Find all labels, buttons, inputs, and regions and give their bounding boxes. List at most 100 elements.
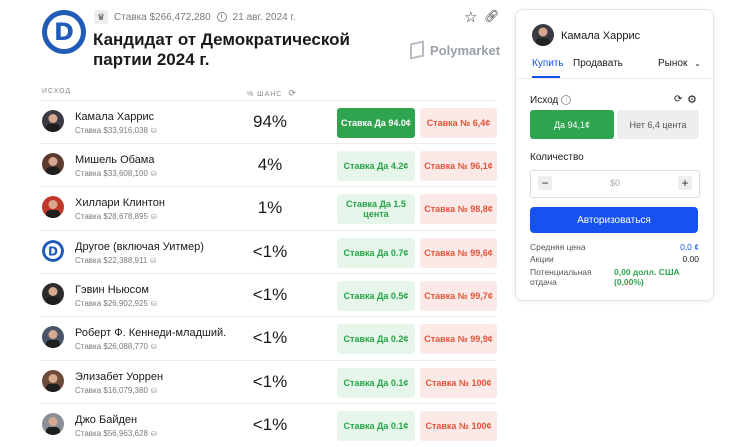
outcome-volume-text: Ставка $33,608,100 (75, 169, 148, 178)
table-row[interactable]: Гэвин Ньюсом Ставка $26,902,925 ⛁ <1% Ставка… (40, 273, 497, 317)
buy-no-button[interactable]: Ставка № 100¢ (420, 368, 497, 398)
refresh-icon[interactable]: ⟳ (288, 88, 297, 98)
selected-outcome-name: Камала Харрис (561, 30, 641, 42)
coins-icon: ⛁ (150, 388, 157, 395)
table-row[interactable]: Мишель Обама Ставка $33,608,100 ⛁ 4% Ставка … (40, 143, 497, 187)
outcome-name: Другое (включая Уитмер) (75, 241, 204, 253)
quantity-stepper[interactable]: − $0 + (530, 170, 700, 198)
chance-header-label: % ШАНС (247, 91, 283, 98)
outcome-name: Мишель Обама (75, 154, 155, 166)
avg-price-value: 0,0 ¢ (680, 242, 699, 252)
market-meta: ♛ Ставка $266,472,280 21 авг. 2024 г. (94, 10, 296, 24)
outcome-name: Элизабет Уоррен (75, 371, 164, 383)
quantity-input[interactable]: $0 (531, 178, 699, 188)
market-dropdown[interactable]: Рынок ⌄ (658, 58, 701, 69)
coins-icon: ⛁ (150, 344, 157, 351)
payout-value-line2: (0,00%) (614, 277, 644, 287)
gear-icon[interactable]: ⚙ (687, 93, 697, 106)
chance-value: 1% (257, 198, 283, 217)
info-icon[interactable]: i (561, 95, 572, 106)
buy-no-button[interactable]: Ставка № 98,8¢ (420, 194, 497, 224)
market-label: Рынок (658, 58, 688, 69)
outcome-label: Исход i (530, 95, 572, 106)
chance-value: <1% (252, 372, 288, 391)
buy-yes-button[interactable]: Ставка Да 0.1¢ (337, 368, 415, 398)
outcome-volume-text: Ставка $16,079,380 (75, 386, 148, 395)
chance-value: <1% (252, 415, 288, 434)
buy-no-button[interactable]: Ставка № 100¢ (420, 411, 497, 441)
chevron-down-icon: ⌄ (694, 59, 701, 68)
table-row[interactable]: Камала Харрис Ставка $33,916,038 ⛁ 94% Ставк… (40, 100, 497, 144)
buy-no-button[interactable]: Ставка № 99,9¢ (420, 324, 497, 354)
buy-yes-button[interactable]: Ставка Да 0.5¢ (337, 281, 415, 311)
avatar (42, 370, 64, 392)
column-header-outcome: ИСХОД (42, 88, 72, 95)
avatar (42, 153, 64, 175)
buy-no-button[interactable]: Ставка № 96,1¢ (420, 151, 497, 181)
login-button[interactable]: Авторизоваться (530, 207, 698, 233)
outcome-volume: Ставка $16,079,380 ⛁ (75, 386, 157, 395)
trade-panel: Камала Харрис Купить Продавать Рынок ⌄ И… (515, 9, 714, 301)
coins-icon: ⛁ (150, 171, 157, 178)
payout-label: Потенциальная отдача (530, 267, 592, 287)
tab-sell[interactable]: Продавать (573, 58, 623, 69)
outcome-name: Роберт Ф. Кеннеди-младший. (75, 327, 227, 339)
trophy-icon: ♛ (94, 10, 108, 24)
buy-yes-button[interactable]: Ставка Да 0.1¢ (337, 411, 415, 441)
outcome-volume-text: Ставка $26,902,925 (75, 299, 148, 308)
buy-yes-button[interactable]: Ставка Да 94.0¢ (337, 108, 415, 138)
chance-value: <1% (252, 285, 288, 304)
plus-icon[interactable]: + (678, 176, 692, 190)
clock-icon (216, 12, 227, 22)
payout-value-line1: 0,00 долл. США (614, 267, 680, 277)
buy-no-button[interactable]: Ставка № 99,7¢ (420, 281, 497, 311)
payout-value: 0,00 долл. США (0,00%) (614, 267, 680, 287)
outcome-name: Камала Харрис (75, 111, 155, 123)
no-outcome-button[interactable]: Нет 6,4 цента (617, 110, 699, 139)
buy-no-button[interactable]: Ставка № 6,4¢ (420, 108, 497, 138)
coins-icon: ⛁ (150, 431, 157, 438)
buy-yes-button[interactable]: Ставка Да 4.2¢ (337, 151, 415, 181)
outcome-volume: Ставка $26,088,770 ⛁ (75, 342, 157, 351)
column-header-chance[interactable]: % ШАНС ⟳ (247, 88, 297, 99)
avatar (42, 110, 64, 132)
avatar (42, 196, 64, 218)
outcome-volume-text: Ставка $56,963,628 (75, 429, 148, 438)
coins-icon: ⛁ (150, 258, 157, 265)
outcome-volume: Ставка $22,388,911 ⛁ (75, 256, 156, 265)
outcome-volume: Ставка $33,916,038 ⛁ (75, 126, 157, 135)
payout-label-line1: Потенциальная (530, 267, 592, 277)
buy-yes-button[interactable]: Ставка Да 0.2¢ (337, 324, 415, 354)
outcome-volume: Ставка $28,678,895 ⛁ (75, 212, 157, 221)
shares-value: 0.00 (682, 254, 699, 264)
link-icon[interactable]: 🔗︎ (484, 9, 499, 23)
chance-value: 94% (252, 112, 288, 131)
yes-outcome-button[interactable]: Да 94,1¢ (530, 110, 614, 139)
table-row[interactable]: Роберт Ф. Кеннеди-младший. Ставка $26,088… (40, 316, 497, 360)
star-icon[interactable]: ☆ (464, 8, 477, 26)
brand-logo[interactable]: Polymarket (410, 40, 501, 60)
avatar (532, 24, 554, 46)
outcome-name: Гэвин Ньюсом (75, 284, 149, 296)
outcome-volume: Ставка $26,902,925 ⛁ (75, 299, 157, 308)
buy-yes-button[interactable]: Ставка Да 0.7¢ (337, 238, 415, 268)
chance-value: <1% (252, 328, 288, 347)
table-row[interactable]: Хиллари Клинтон Ставка $28,678,895 ⛁ 1% Став… (40, 186, 497, 230)
refresh-icon[interactable]: ⟳ (674, 94, 682, 105)
brand-name: Polymarket (430, 42, 501, 58)
table-row[interactable]: Джо Байден Ставка $56,963,628 ⛁ <1% Ставка Д… (40, 403, 497, 447)
shares-label: Акции (530, 254, 554, 264)
tab-buy[interactable]: Купить (532, 58, 564, 69)
chance-value: 4% (257, 155, 283, 174)
table-row[interactable]: D Другое (включая Уитмер) Ставка $22,388,9… (40, 230, 497, 274)
outcome-volume-text: Ставка $26,088,770 (75, 342, 148, 351)
outcome-name: Хиллари Клинтон (75, 197, 165, 209)
buy-yes-button[interactable]: Ставка Да 1.5 цента (337, 194, 415, 224)
table-row[interactable]: Элизабет Уоррен Ставка $16,079,380 ⛁ <1% Ста… (40, 360, 497, 404)
democrat-logo: D (42, 10, 86, 54)
coins-icon: ⛁ (150, 214, 157, 221)
outcome-volume-text: Ставка $22,388,911 (75, 256, 148, 265)
buy-no-button[interactable]: Ставка № 99,6¢ (420, 238, 497, 268)
coins-icon: ⛁ (150, 301, 157, 308)
page-title: Кандидат от Демократической партии 2024 … (93, 30, 350, 69)
